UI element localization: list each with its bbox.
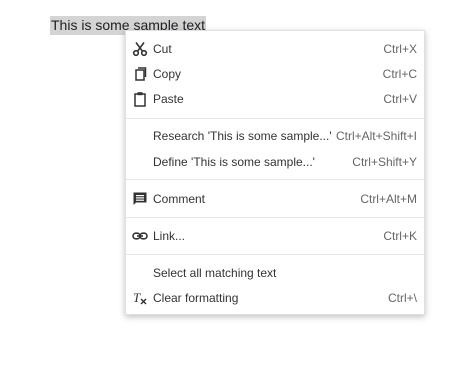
menu-item-label: Clear formatting <box>153 291 239 305</box>
shortcut-text: Ctrl+K <box>383 229 417 243</box>
menu-item-clear-formatting[interactable]: T Clear formatting Ctrl+\ <box>126 286 424 310</box>
menu-separator <box>126 118 424 119</box>
clear-formatting-icon: T <box>132 290 148 306</box>
context-menu: Cut Ctrl+X Copy Ctrl+C Paste Ctrl+V Rese… <box>125 30 425 315</box>
menu-separator <box>126 179 424 180</box>
paste-icon <box>132 91 148 107</box>
menu-item-define[interactable]: Define 'This is some sample...' Ctrl+Shi… <box>126 150 424 174</box>
menu-item-comment[interactable]: Comment Ctrl+Alt+M <box>126 187 424 211</box>
menu-item-label: Select all matching text <box>153 266 277 280</box>
menu-item-label: Define 'This is some sample...' <box>153 155 315 169</box>
scissors-icon <box>132 41 148 57</box>
shortcut-text: Ctrl+C <box>382 67 417 81</box>
menu-item-copy[interactable]: Copy Ctrl+C <box>126 62 424 86</box>
link-icon <box>132 228 148 244</box>
menu-item-link[interactable]: Link... Ctrl+K <box>126 224 424 248</box>
menu-item-label: Link... <box>153 229 186 243</box>
copy-icon <box>132 66 148 82</box>
menu-item-research[interactable]: Research 'This is some sample...' Ctrl+A… <box>126 124 424 148</box>
menu-item-label: Cut <box>153 42 172 56</box>
menu-item-cut[interactable]: Cut Ctrl+X <box>126 37 424 61</box>
shortcut-text: Ctrl+Alt+M <box>360 192 417 206</box>
shortcut-text: Ctrl+Shift+Y <box>352 155 417 169</box>
menu-item-label: Research 'This is some sample...' <box>153 129 332 143</box>
menu-item-label: Comment <box>153 192 206 206</box>
shortcut-text: Ctrl+X <box>383 42 417 56</box>
shortcut-text: Ctrl+Alt+Shift+I <box>335 129 417 143</box>
svg-text:T: T <box>133 290 141 305</box>
shortcut-text: Ctrl+\ <box>387 291 417 305</box>
menu-separator <box>126 254 424 255</box>
comment-icon <box>132 191 148 207</box>
menu-item-paste[interactable]: Paste Ctrl+V <box>126 87 424 111</box>
menu-item-label: Paste <box>153 92 184 106</box>
menu-item-select-all-matching[interactable]: Select all matching text <box>126 261 424 285</box>
menu-item-label: Copy <box>153 67 182 81</box>
shortcut-text: Ctrl+V <box>383 92 417 106</box>
menu-separator <box>126 217 424 218</box>
